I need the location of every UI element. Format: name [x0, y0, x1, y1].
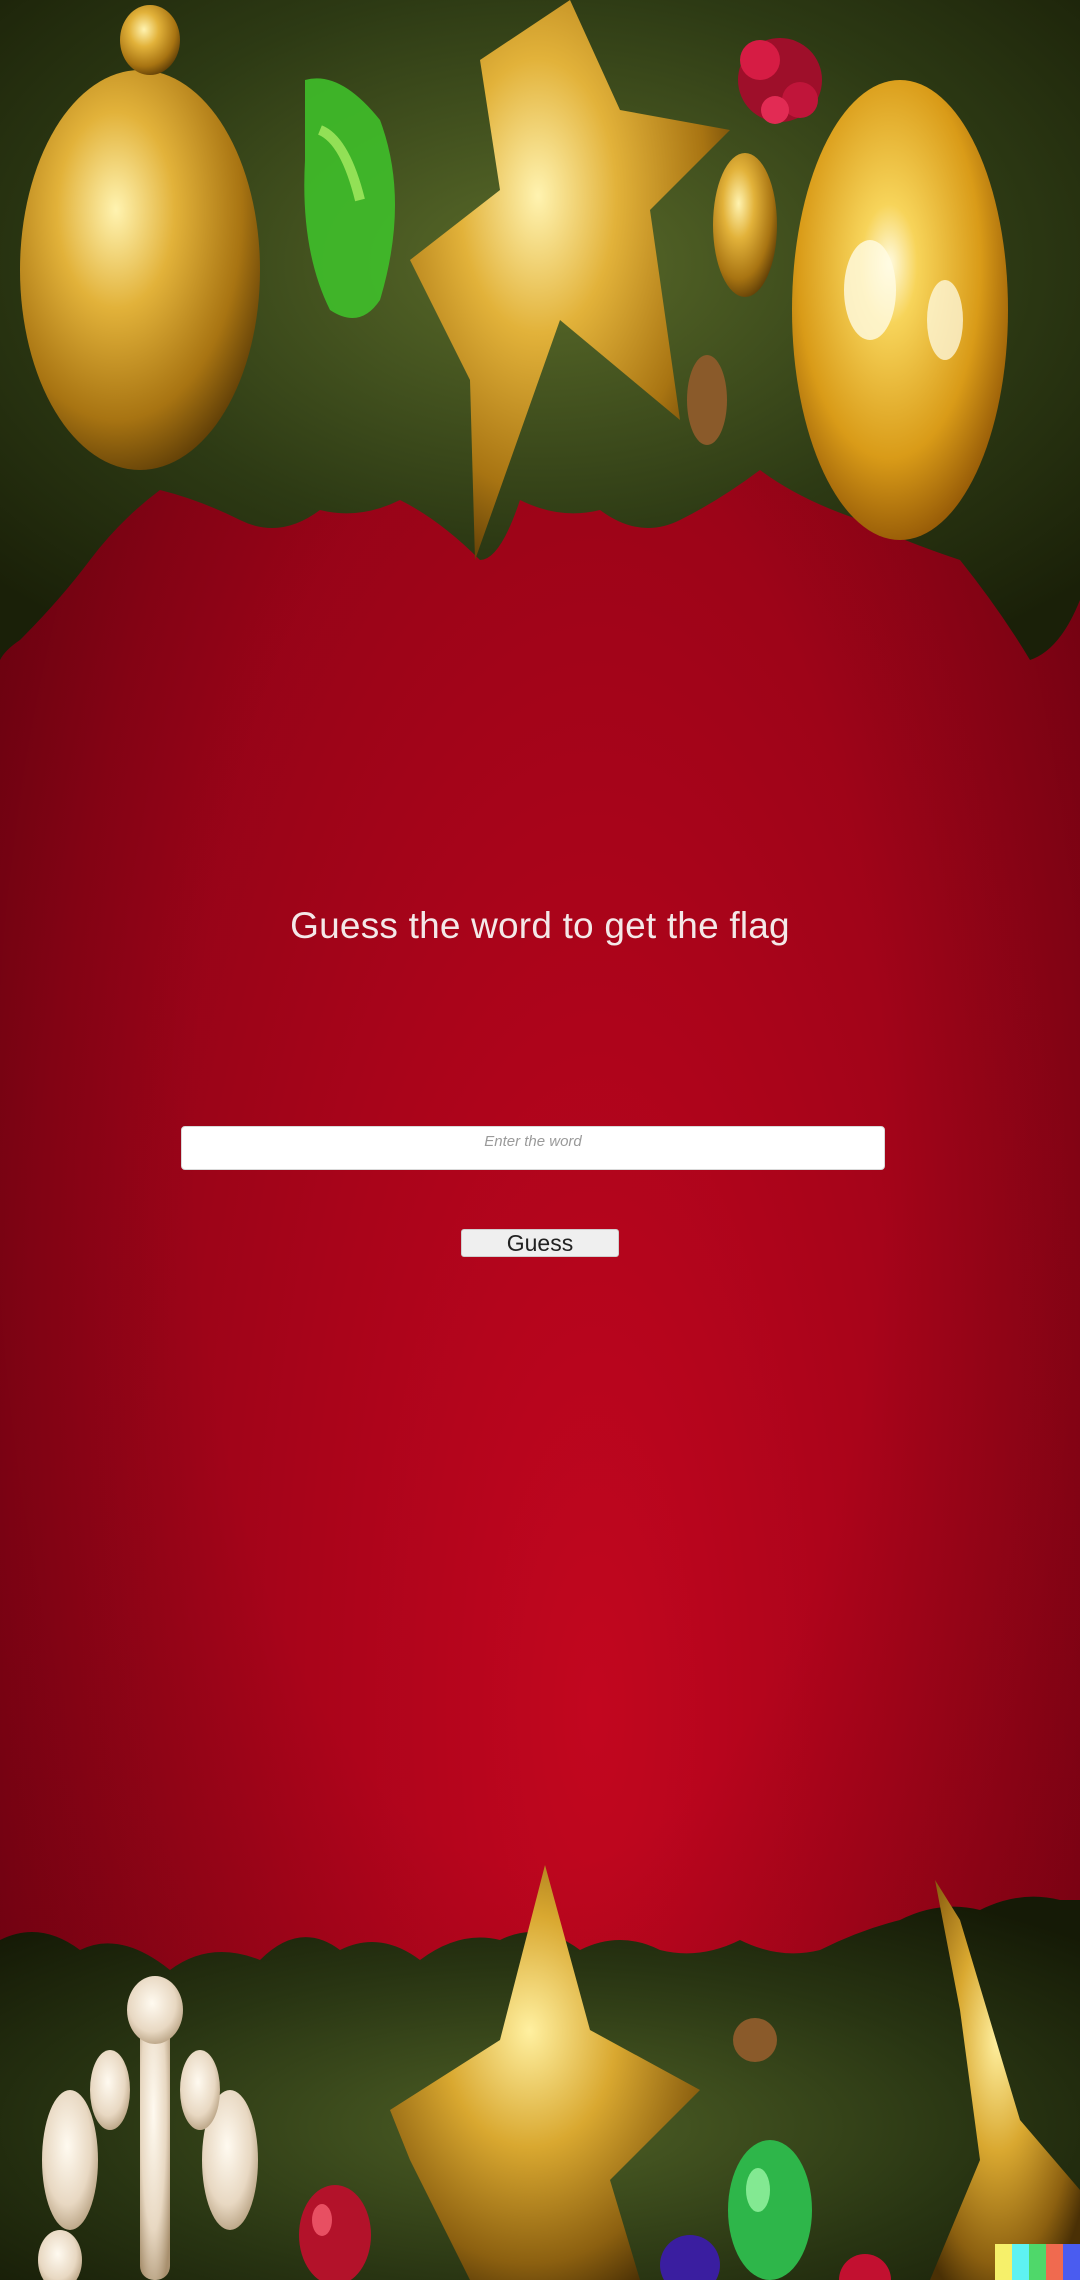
bottom-garland — [0, 1860, 1080, 2280]
gold-ball-ornament-icon — [792, 80, 1008, 540]
gold-ornament-icon — [20, 70, 260, 470]
top-garland — [0, 0, 1080, 680]
page-title: Guess the word to get the flag — [290, 905, 790, 946]
swatch-red — [1046, 2244, 1063, 2280]
color-swatches — [995, 2244, 1080, 2280]
word-input[interactable] — [181, 1126, 885, 1170]
swatch-yellow — [995, 2244, 1012, 2280]
swatch-green — [1029, 2244, 1046, 2280]
green-ornament-icon — [728, 2140, 812, 2280]
gold-egg-ornament-icon — [713, 153, 777, 297]
guess-button[interactable]: Guess — [461, 1229, 619, 1257]
swatch-blue — [1063, 2244, 1080, 2280]
swatch-cyan — [1012, 2244, 1029, 2280]
